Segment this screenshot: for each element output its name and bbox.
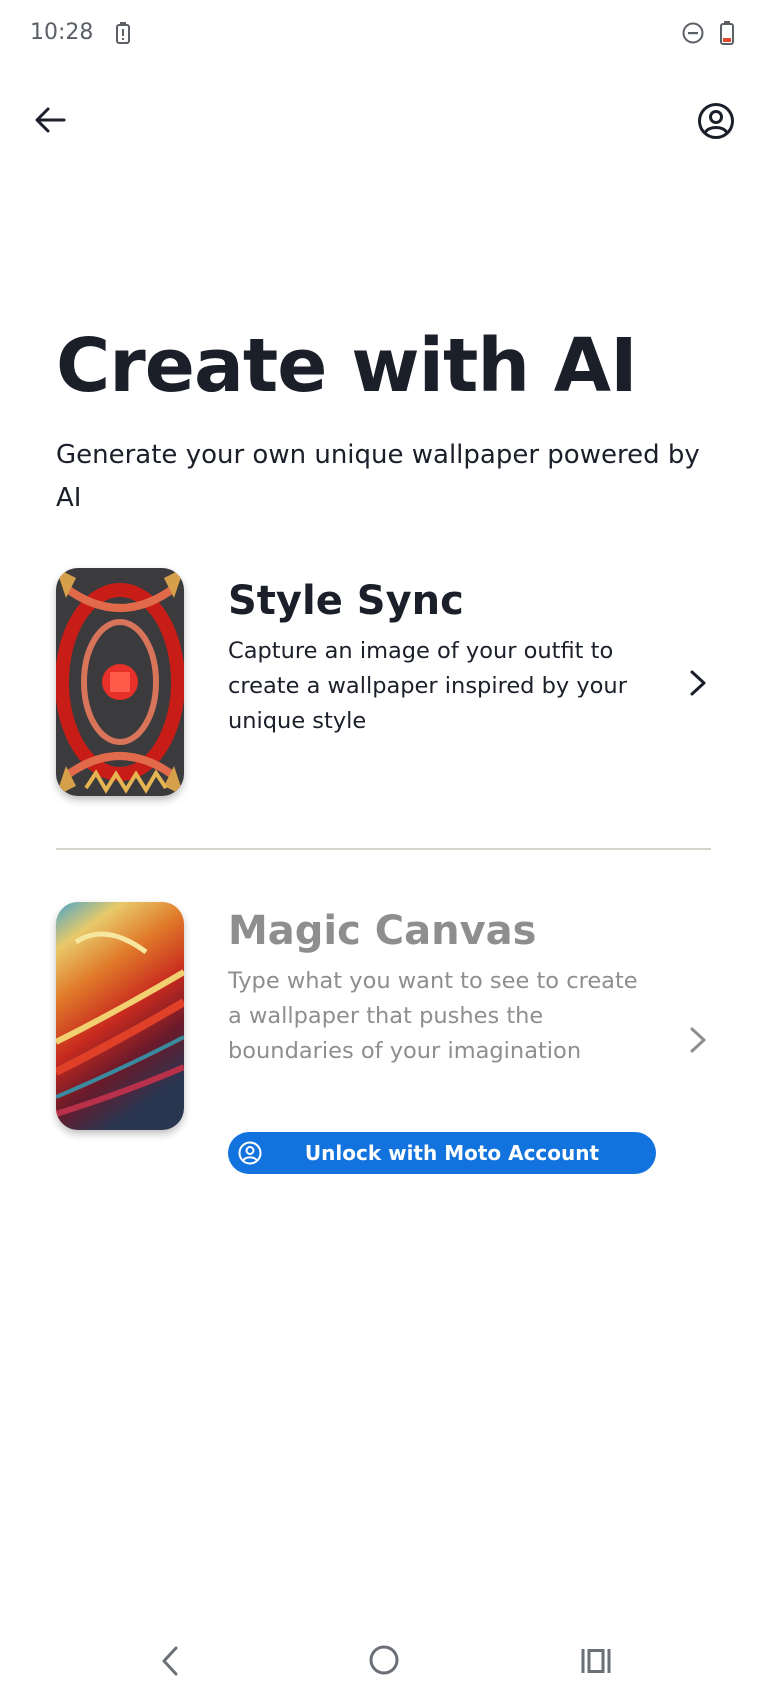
feature-title: Magic Canvas [228,908,537,954]
unlock-button-label: Unlock with Moto Account [304,1141,600,1165]
page-subtitle: Generate your own unique wallpaper power… [56,440,700,513]
magic-canvas-card[interactable]: Magic Canvas Type what you want to see t… [56,900,711,1180]
battery-alert-icon [116,22,130,48]
nav-home-icon[interactable] [368,1644,400,1680]
screen: 10:28 Create with AI Generate your own u… [0,0,767,1704]
battery-low-icon [720,21,734,49]
account-circle-icon [238,1141,262,1165]
style-sync-card[interactable]: Style Sync Capture an image of your outf… [56,568,711,798]
magic-canvas-thumbnail [56,902,184,1130]
back-button[interactable] [30,100,70,140]
arrow-left-icon [35,107,66,133]
feature-description: Type what you want to see to create a wa… [228,968,638,1064]
do-not-disturb-icon [682,22,704,48]
chevron-right-icon [690,1027,706,1053]
page-title: Create with AI [56,323,638,409]
account-circle-icon [698,103,734,139]
feature-title: Style Sync [228,578,464,624]
chevron-right-icon [690,670,706,696]
style-sync-thumbnail [56,568,184,796]
feature-description: Capture an image of your outfit to creat… [228,638,627,734]
unlock-with-moto-account-button[interactable]: Unlock with Moto Account [228,1132,656,1174]
account-button[interactable] [696,101,736,141]
nav-back-icon[interactable] [158,1644,182,1682]
status-time: 10:28 [30,20,94,45]
divider [56,848,711,850]
nav-recents-icon[interactable] [580,1648,612,1678]
